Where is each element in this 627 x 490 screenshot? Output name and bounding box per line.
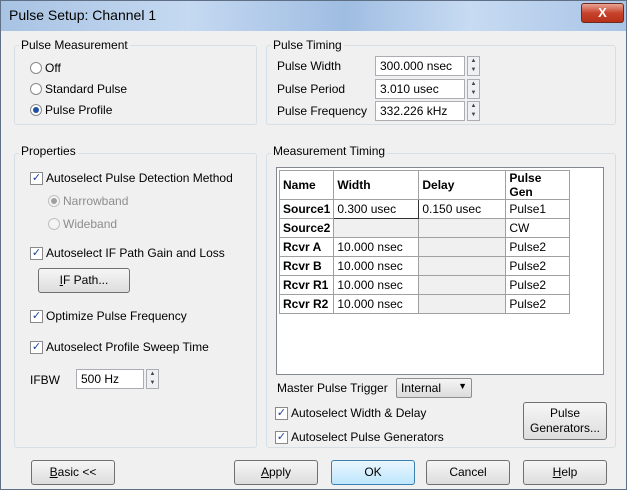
standard-pulse-radio[interactable] xyxy=(30,83,42,95)
width-cell xyxy=(333,218,420,238)
spin-down-icon[interactable]: ▼ xyxy=(468,89,479,98)
pulse-gen-cell[interactable]: Pulse2 xyxy=(505,237,571,257)
spin-up-icon[interactable]: ▲ xyxy=(468,57,479,66)
pulse-frequency-label: Pulse Frequency xyxy=(277,104,368,118)
delay-cell xyxy=(418,237,507,257)
row-name: Rcvr A xyxy=(278,237,335,257)
autoselect-detection-checkbox[interactable]: ✓ xyxy=(30,172,43,185)
narrowband-radio[interactable] xyxy=(48,195,60,207)
pulse-profile-label: Pulse Profile xyxy=(45,103,113,117)
width-cell[interactable]: 10.000 nsec xyxy=(333,275,420,295)
ok-button[interactable]: OK xyxy=(331,460,415,485)
pulse-width-field[interactable]: 300.000 nsec xyxy=(375,56,465,76)
column-header: Name xyxy=(278,170,335,200)
width-cell[interactable]: 10.000 nsec xyxy=(333,237,420,257)
pulse-period-label: Pulse Period xyxy=(277,82,346,96)
pulse-gen-cell[interactable]: CW xyxy=(505,218,571,238)
column-header: Delay xyxy=(418,170,507,200)
master-trigger-dropdown[interactable]: Internal ▼ xyxy=(396,378,472,398)
off-radio[interactable] xyxy=(30,62,42,74)
ifbw-spinner[interactable]: ▲ ▼ xyxy=(146,369,159,389)
width-cell[interactable]: 10.000 nsec xyxy=(333,256,420,276)
column-header: Width xyxy=(333,170,420,200)
delay-cell xyxy=(418,275,507,295)
row-name: Rcvr B xyxy=(278,256,335,276)
autoselect-generators-label: Autoselect Pulse Generators xyxy=(291,430,444,444)
wideband-radio[interactable] xyxy=(48,218,60,230)
optimize-frequency-label: Optimize Pulse Frequency xyxy=(46,309,187,323)
help-button[interactable]: Help xyxy=(523,460,607,485)
basic-button[interactable]: Basic << xyxy=(31,460,115,485)
autoselect-width-delay-checkbox[interactable]: ✓ xyxy=(275,407,288,420)
pulse-width-label: Pulse Width xyxy=(277,59,342,73)
pulse-gen-cell[interactable]: Pulse2 xyxy=(505,275,571,295)
table-row: Rcvr R1 10.000 nsec Pulse2 xyxy=(278,275,571,295)
close-button[interactable]: X xyxy=(581,3,624,23)
pulse-gen-cell[interactable]: Pulse2 xyxy=(505,256,571,276)
autoselect-width-delay-label: Autoselect Width & Delay xyxy=(291,406,427,420)
pulse-setup-dialog: Pulse Setup: Channel 1 X Pulse Measureme… xyxy=(0,0,627,490)
spin-down-icon[interactable]: ▼ xyxy=(147,379,158,388)
pulse-gen-cell[interactable]: Pulse1 xyxy=(505,199,571,219)
autoselect-sweep-label: Autoselect Profile Sweep Time xyxy=(46,340,209,354)
table-row: Rcvr B 10.000 nsec Pulse2 xyxy=(278,256,571,276)
ifbw-field[interactable]: 500 Hz xyxy=(76,369,144,389)
title-bar: Pulse Setup: Channel 1 X xyxy=(1,1,626,31)
spin-up-icon[interactable]: ▲ xyxy=(468,80,479,89)
row-name: Source2 xyxy=(278,218,335,238)
spin-down-icon[interactable]: ▼ xyxy=(468,111,479,120)
apply-button[interactable]: Apply xyxy=(234,460,318,485)
width-cell[interactable]: 0.300 usec xyxy=(333,199,420,219)
wideband-label: Wideband xyxy=(63,217,118,231)
table-row: Rcvr A 10.000 nsec Pulse2 xyxy=(278,237,571,257)
row-name: Source1 xyxy=(278,199,335,219)
table-row: Source2 CW xyxy=(278,218,571,238)
spin-up-icon[interactable]: ▲ xyxy=(468,102,479,111)
delay-cell[interactable]: 0.150 usec xyxy=(418,199,507,219)
pulse-measurement-title: Pulse Measurement xyxy=(19,38,130,52)
row-name: Rcvr R2 xyxy=(278,294,335,314)
window-title: Pulse Setup: Channel 1 xyxy=(9,7,157,23)
measurement-timing-title: Measurement Timing xyxy=(271,144,388,158)
dropdown-arrow-icon: ▼ xyxy=(458,381,467,391)
delay-cell xyxy=(418,294,507,314)
table-row: Rcvr R2 10.000 nsec Pulse2 xyxy=(278,294,571,314)
pulse-frequency-field[interactable]: 332.226 kHz xyxy=(375,101,465,121)
autoselect-if-checkbox[interactable]: ✓ xyxy=(30,247,43,260)
pulse-period-field[interactable]: 3.010 usec xyxy=(375,79,465,99)
if-path-button[interactable]: IF Path... xyxy=(38,268,130,293)
autoselect-generators-checkbox[interactable]: ✓ xyxy=(275,431,288,444)
pulse-generators-button[interactable]: Pulse Generators... xyxy=(523,402,607,440)
off-label: Off xyxy=(45,61,61,75)
pulse-frequency-spinner[interactable]: ▲ ▼ xyxy=(467,101,480,121)
pulse-width-spinner[interactable]: ▲ ▼ xyxy=(467,56,480,76)
pulse-profile-radio[interactable] xyxy=(30,104,42,116)
narrowband-label: Narrowband xyxy=(63,194,129,208)
master-trigger-value: Internal xyxy=(401,381,442,395)
properties-title: Properties xyxy=(19,144,78,158)
timing-grid: Name Width Delay Pulse Gen Source1 0.300… xyxy=(276,167,604,375)
pulse-timing-title: Pulse Timing xyxy=(271,38,344,52)
cancel-button[interactable]: Cancel xyxy=(426,460,510,485)
autoselect-detection-label: Autoselect Pulse Detection Method xyxy=(46,171,233,185)
spin-up-icon[interactable]: ▲ xyxy=(147,370,158,379)
column-header: Pulse Gen xyxy=(505,170,571,200)
width-cell[interactable]: 10.000 nsec xyxy=(333,294,420,314)
optimize-frequency-checkbox[interactable]: ✓ xyxy=(30,310,43,323)
delay-cell xyxy=(418,218,507,238)
table-row: Source1 0.300 usec 0.150 usec Pulse1 xyxy=(278,199,571,219)
spin-down-icon[interactable]: ▼ xyxy=(468,66,479,75)
standard-pulse-label: Standard Pulse xyxy=(45,82,128,96)
pulse-gen-cell[interactable]: Pulse2 xyxy=(505,294,571,314)
row-name: Rcvr R1 xyxy=(278,275,335,295)
master-trigger-label: Master Pulse Trigger xyxy=(277,381,388,395)
timing-table: Name Width Delay Pulse Gen Source1 0.300… xyxy=(278,170,571,314)
autoselect-sweep-checkbox[interactable]: ✓ xyxy=(30,341,43,354)
delay-cell xyxy=(418,256,507,276)
autoselect-if-label: Autoselect IF Path Gain and Loss xyxy=(46,246,225,260)
pulse-period-spinner[interactable]: ▲ ▼ xyxy=(467,79,480,99)
table-header-row: Name Width Delay Pulse Gen xyxy=(278,170,571,200)
ifbw-label: IFBW xyxy=(30,373,60,387)
